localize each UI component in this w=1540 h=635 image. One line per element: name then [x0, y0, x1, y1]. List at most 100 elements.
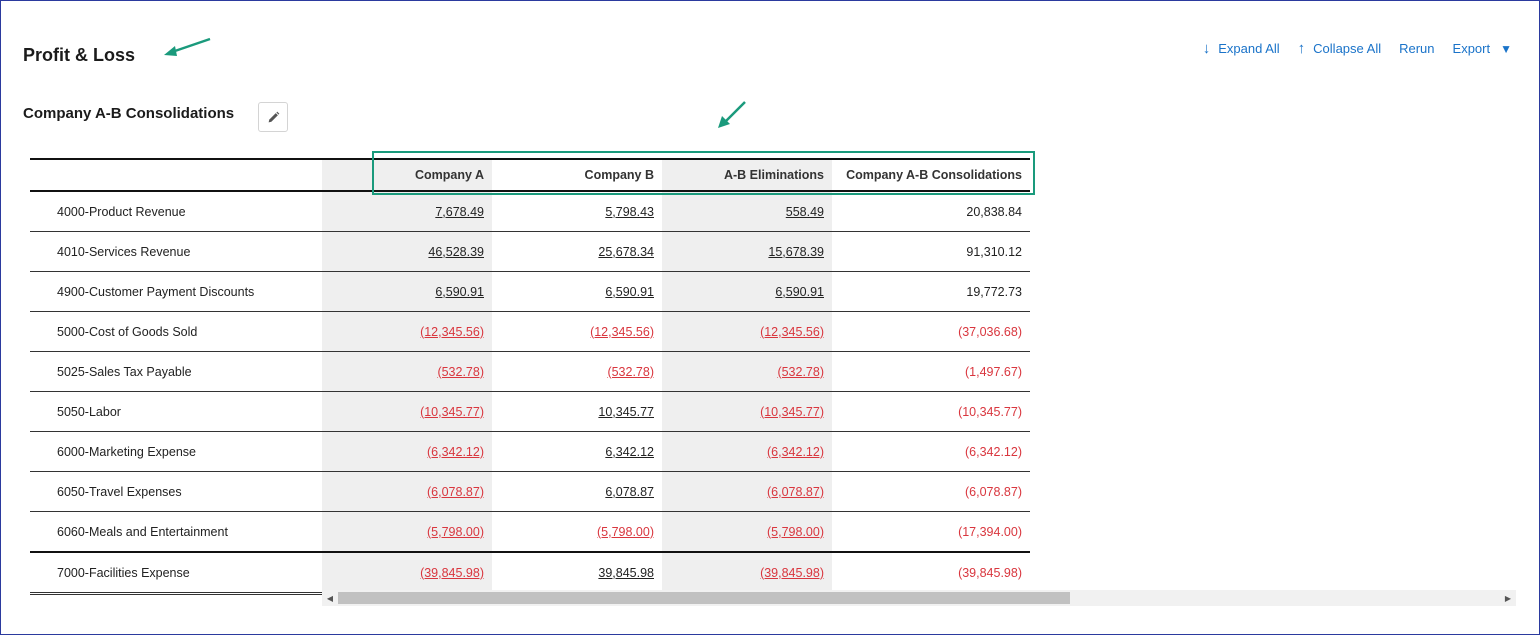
report-title: Company A-B Consolidations [23, 105, 235, 122]
value-cell: (5,798.00) [492, 512, 662, 553]
drilldown-amount-link[interactable]: (6,342.12) [427, 445, 484, 459]
value-cell: (12,345.56) [322, 311, 492, 352]
rerun-label: Rerun [1399, 41, 1435, 56]
drilldown-amount-link[interactable]: (10,345.77) [420, 405, 484, 419]
table-row: 4000-Product Revenue 7,678.49 5,798.43 558.… [30, 191, 1030, 232]
drilldown-amount-link[interactable]: (12,345.56) [760, 325, 824, 339]
drilldown-amount-link[interactable]: (39,845.98) [420, 566, 484, 580]
value-cell: 25,678.34 [492, 232, 662, 272]
account-label: 5025-Sales Tax Payable [57, 364, 192, 379]
expand-all-button[interactable]: ↓ Expand All [1203, 40, 1280, 57]
account-label: 4010-Services Revenue [57, 244, 191, 259]
table-row: 6060-Meals and Entertainment (5,798.00) (5… [30, 511, 1030, 553]
value-cell: 6,078.87 [492, 472, 662, 512]
account-label: 6000-Marketing Expense [57, 444, 196, 459]
value-cell: 558.49 [662, 191, 832, 232]
drilldown-amount-link[interactable]: (532.78) [777, 365, 824, 379]
account-label: 5050-Labor [57, 404, 121, 419]
table-row: 6050-Travel Expenses (6,078.87) 6,078.87 (6… [30, 471, 1030, 512]
drilldown-amount-link[interactable]: (5,798.00) [427, 525, 484, 539]
table-row: 5050-Labor (10,345.77) 10,345.77 (10,345.77… [30, 391, 1030, 432]
consolidated-amount: (10,345.77) [958, 404, 1022, 419]
value-cell: (39,845.98) [322, 552, 492, 594]
value-cell: (5,798.00) [662, 511, 832, 552]
value-cell: (6,342.12) [832, 432, 1030, 472]
scroll-left-icon[interactable]: ◀ [322, 590, 338, 606]
value-cell: (5,798.00) [322, 511, 492, 552]
value-cell: 15,678.39 [662, 231, 832, 272]
value-cell: 5,798.43 [492, 191, 662, 232]
drilldown-amount-link[interactable]: 46,528.39 [428, 245, 484, 259]
account-label: 4900-Customer Payment Discounts [57, 284, 255, 299]
export-label: Export [1452, 41, 1491, 56]
drilldown-amount-link[interactable]: (5,798.00) [767, 525, 824, 539]
value-cell: (10,345.77) [322, 391, 492, 432]
arrow-down-icon: ↓ [1202, 40, 1211, 57]
drilldown-amount-link[interactable]: (6,078.87) [767, 485, 824, 499]
value-cell: (6,342.12) [322, 431, 492, 472]
table-row: 4010-Services Revenue 46,528.39 25,678.34 1… [30, 231, 1030, 272]
drilldown-amount-link[interactable]: 558.49 [786, 205, 824, 219]
value-cell: 6,590.91 [322, 271, 492, 312]
collapse-all-label: Collapse All [1313, 41, 1382, 56]
edit-report-button[interactable] [258, 102, 288, 132]
value-cell: 39,845.98 [492, 552, 662, 594]
horizontal-scrollbar[interactable]: ◀ ▶ [322, 590, 1516, 606]
collapse-all-button[interactable]: ↑ Collapse All [1298, 40, 1381, 57]
consolidated-amount: (37,036.68) [958, 324, 1022, 339]
scrollbar-thumb[interactable] [338, 592, 1070, 604]
drilldown-amount-link[interactable]: 39,845.98 [598, 566, 654, 580]
drilldown-amount-link[interactable]: 15,678.39 [768, 245, 824, 259]
rerun-button[interactable]: Rerun [1399, 41, 1434, 56]
value-cell: 6,590.91 [492, 272, 662, 312]
drilldown-amount-link[interactable]: 7,678.49 [435, 205, 484, 219]
drilldown-amount-link[interactable]: 6,590.91 [435, 285, 484, 299]
header-ab-consolidations[interactable]: Company A-B Consolidations [832, 159, 1030, 191]
table-header-row: Company A Company B A-B Eliminations Com… [30, 159, 1030, 191]
drilldown-amount-link[interactable]: 10,345.77 [598, 405, 654, 419]
drilldown-amount-link[interactable]: 6,078.87 [605, 485, 654, 499]
drilldown-amount-link[interactable]: (532.78) [437, 365, 484, 379]
drilldown-amount-link[interactable]: (39,845.98) [760, 566, 824, 580]
value-cell: (12,345.56) [662, 311, 832, 352]
drilldown-amount-link[interactable]: 5,798.43 [605, 205, 654, 219]
export-button[interactable]: Export ▼ [1453, 41, 1512, 56]
drilldown-amount-link[interactable]: (6,342.12) [767, 445, 824, 459]
account-label: 4000-Product Revenue [57, 204, 186, 219]
scroll-right-icon[interactable]: ▶ [1500, 590, 1516, 606]
drilldown-amount-link[interactable]: (10,345.77) [760, 405, 824, 419]
table-row: 5025-Sales Tax Payable (532.78) (532.78) (5… [30, 351, 1030, 392]
value-cell: 46,528.39 [322, 231, 492, 272]
drilldown-amount-link[interactable]: 6,590.91 [775, 285, 824, 299]
drilldown-amount-link[interactable]: (6,078.87) [427, 485, 484, 499]
pnl-table: Company A Company B A-B Eliminations Com… [30, 158, 1030, 595]
drilldown-amount-link[interactable]: 6,590.91 [605, 285, 654, 299]
drilldown-amount-link[interactable]: 6,342.12 [605, 445, 654, 459]
value-cell: (39,845.98) [832, 552, 1030, 594]
pnl-table-container: Company A Company B A-B Eliminations Com… [30, 158, 1030, 595]
pencil-icon [268, 111, 279, 122]
drilldown-amount-link[interactable]: (5,798.00) [597, 525, 654, 539]
header-company-a[interactable]: Company A [322, 159, 492, 191]
drilldown-amount-link[interactable]: (12,345.56) [420, 325, 484, 339]
page-title: Profit & Loss [23, 45, 136, 65]
consolidated-amount: (1,497.67) [965, 364, 1022, 379]
annotation-arrow-icon [718, 101, 746, 128]
consolidated-amount: (6,078.87) [965, 484, 1022, 499]
value-cell: 20,838.84 [832, 191, 1030, 232]
consolidated-amount: (6,342.12) [965, 444, 1022, 459]
header-ab-eliminations[interactable]: A-B Eliminations [662, 159, 832, 191]
consolidated-amount: 19,772.73 [966, 284, 1022, 299]
header-company-b[interactable]: Company B [492, 159, 662, 191]
value-cell: 91,310.12 [832, 232, 1030, 272]
value-cell: (12,345.56) [492, 312, 662, 352]
drilldown-amount-link[interactable]: (532.78) [607, 365, 654, 379]
account-label: 6050-Travel Expenses [57, 484, 182, 499]
account-label: 7000-Facilities Expense [57, 565, 190, 580]
value-cell: (6,078.87) [832, 472, 1030, 512]
value-cell: (6,342.12) [662, 431, 832, 472]
drilldown-amount-link[interactable]: 25,678.34 [598, 245, 654, 259]
value-cell: 10,345.77 [492, 392, 662, 432]
drilldown-amount-link[interactable]: (12,345.56) [590, 325, 654, 339]
value-cell: (37,036.68) [832, 312, 1030, 352]
